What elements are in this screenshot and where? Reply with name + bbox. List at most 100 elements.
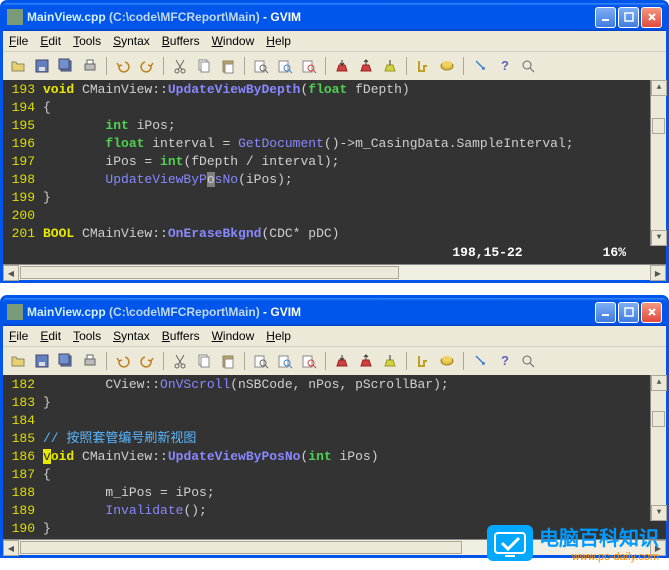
line-number: 201 — [3, 225, 43, 243]
menu-help[interactable]: Help — [266, 329, 291, 343]
make-icon[interactable] — [412, 55, 434, 77]
find-icon[interactable] — [250, 350, 272, 372]
svg-text:?: ? — [501, 58, 509, 73]
close-button[interactable] — [641, 7, 662, 28]
tag-icon[interactable] — [469, 55, 491, 77]
replace-icon[interactable] — [298, 350, 320, 372]
line-number: 186 — [3, 448, 43, 466]
scroll-down-icon[interactable]: ▼ — [651, 505, 667, 521]
titlebar[interactable]: MainView.cpp (C:\code\MFCReport\Main) - … — [3, 3, 666, 31]
save-icon[interactable] — [31, 55, 53, 77]
menu-edit[interactable]: Edit — [40, 329, 61, 343]
undo-icon[interactable] — [112, 55, 134, 77]
code-line[interactable]: 185// 按照套管编号刷新视图 — [3, 430, 666, 448]
menu-window[interactable]: Window — [212, 329, 255, 343]
code-line[interactable]: 188 m_iPos = iPos; — [3, 484, 666, 502]
undo-icon[interactable] — [112, 350, 134, 372]
findnext-icon[interactable] — [274, 55, 296, 77]
help-icon[interactable]: ? — [493, 350, 515, 372]
code-line[interactable]: 184 — [3, 412, 666, 430]
menu-syntax[interactable]: Syntax — [113, 329, 150, 343]
line-content: void CMainView::UpdateViewByDepth(float … — [43, 81, 666, 99]
copy-icon[interactable] — [193, 350, 215, 372]
code-editor[interactable]: 193void CMainView::UpdateViewByDepth(flo… — [3, 80, 666, 264]
menu-tools[interactable]: Tools — [73, 34, 101, 48]
code-line[interactable]: 189 Invalidate(); — [3, 502, 666, 520]
redo-icon[interactable] — [136, 55, 158, 77]
code-line[interactable]: 183} — [3, 394, 666, 412]
titlebar[interactable]: MainView.cpp (C:\code\MFCReport\Main) - … — [3, 298, 666, 326]
search-help-icon[interactable] — [517, 55, 539, 77]
shell-icon[interactable] — [436, 350, 458, 372]
line-content — [43, 207, 666, 225]
code-line[interactable]: 197 iPos = int(fDepth / interval); — [3, 153, 666, 171]
code-editor[interactable]: 182 CView::OnVScroll(nSBCode, nPos, pScr… — [3, 375, 666, 539]
menu-window[interactable]: Window — [212, 34, 255, 48]
script-icon[interactable] — [379, 350, 401, 372]
save-icon[interactable] — [31, 350, 53, 372]
code-line[interactable]: 186void CMainView::UpdateViewByPosNo(int… — [3, 448, 666, 466]
tag-icon[interactable] — [469, 350, 491, 372]
line-number: 190 — [3, 520, 43, 538]
code-line[interactable]: 198 UpdateViewByPosNo(iPos); — [3, 171, 666, 189]
code-line[interactable]: 196 float interval = GetDocument()->m_Ca… — [3, 135, 666, 153]
line-number: 187 — [3, 466, 43, 484]
help-icon[interactable]: ? — [493, 55, 515, 77]
replace-icon[interactable] — [298, 55, 320, 77]
shell-icon[interactable] — [436, 55, 458, 77]
paste-icon[interactable] — [217, 350, 239, 372]
cut-icon[interactable] — [169, 55, 191, 77]
code-line[interactable]: 201BOOL CMainView::OnEraseBkgnd(CDC* pDC… — [3, 225, 666, 243]
paste-icon[interactable] — [217, 55, 239, 77]
menu-file[interactable]: File — [9, 329, 28, 343]
cut-icon[interactable] — [169, 350, 191, 372]
script-icon[interactable] — [379, 55, 401, 77]
session-load-icon[interactable] — [331, 55, 353, 77]
maximize-button[interactable] — [618, 7, 639, 28]
code-line[interactable]: 193void CMainView::UpdateViewByDepth(flo… — [3, 81, 666, 99]
find-icon[interactable] — [250, 55, 272, 77]
scrollbar-horizontal[interactable]: ◀ ▶ — [3, 264, 666, 280]
scroll-left-icon[interactable]: ◀ — [3, 265, 19, 281]
code-line[interactable]: 182 CView::OnVScroll(nSBCode, nPos, pScr… — [3, 376, 666, 394]
menu-buffers[interactable]: Buffers — [162, 329, 200, 343]
saveall-icon[interactable] — [55, 350, 77, 372]
session-load-icon[interactable] — [331, 350, 353, 372]
code-line[interactable]: 187{ — [3, 466, 666, 484]
findnext-icon[interactable] — [274, 350, 296, 372]
open-icon[interactable] — [7, 350, 29, 372]
scroll-down-icon[interactable]: ▼ — [651, 230, 667, 246]
open-icon[interactable] — [7, 55, 29, 77]
line-content: CView::OnVScroll(nSBCode, nPos, pScrollB… — [43, 376, 666, 394]
scroll-up-icon[interactable]: ▲ — [651, 80, 667, 96]
code-line[interactable]: 194{ — [3, 99, 666, 117]
scroll-up-icon[interactable]: ▲ — [651, 375, 667, 391]
scroll-right-icon[interactable]: ▶ — [650, 265, 666, 281]
search-help-icon[interactable] — [517, 350, 539, 372]
copy-icon[interactable] — [193, 55, 215, 77]
scrollbar-vertical[interactable]: ▲ ▼ — [650, 375, 666, 521]
menu-syntax[interactable]: Syntax — [113, 34, 150, 48]
watermark-url: www.pc-daily.com — [539, 551, 659, 563]
print-icon[interactable] — [79, 350, 101, 372]
scroll-left-icon[interactable]: ◀ — [3, 540, 19, 556]
make-icon[interactable] — [412, 350, 434, 372]
menu-help[interactable]: Help — [266, 34, 291, 48]
minimize-button[interactable] — [595, 7, 616, 28]
session-save-icon[interactable] — [355, 55, 377, 77]
menu-edit[interactable]: Edit — [40, 34, 61, 48]
minimize-button[interactable] — [595, 302, 616, 323]
menu-buffers[interactable]: Buffers — [162, 34, 200, 48]
menu-tools[interactable]: Tools — [73, 329, 101, 343]
menu-file[interactable]: File — [9, 34, 28, 48]
code-line[interactable]: 199} — [3, 189, 666, 207]
maximize-button[interactable] — [618, 302, 639, 323]
close-button[interactable] — [641, 302, 662, 323]
saveall-icon[interactable] — [55, 55, 77, 77]
session-save-icon[interactable] — [355, 350, 377, 372]
print-icon[interactable] — [79, 55, 101, 77]
code-line[interactable]: 195 int iPos; — [3, 117, 666, 135]
code-line[interactable]: 200 — [3, 207, 666, 225]
scrollbar-vertical[interactable]: ▲ ▼ — [650, 80, 666, 246]
redo-icon[interactable] — [136, 350, 158, 372]
